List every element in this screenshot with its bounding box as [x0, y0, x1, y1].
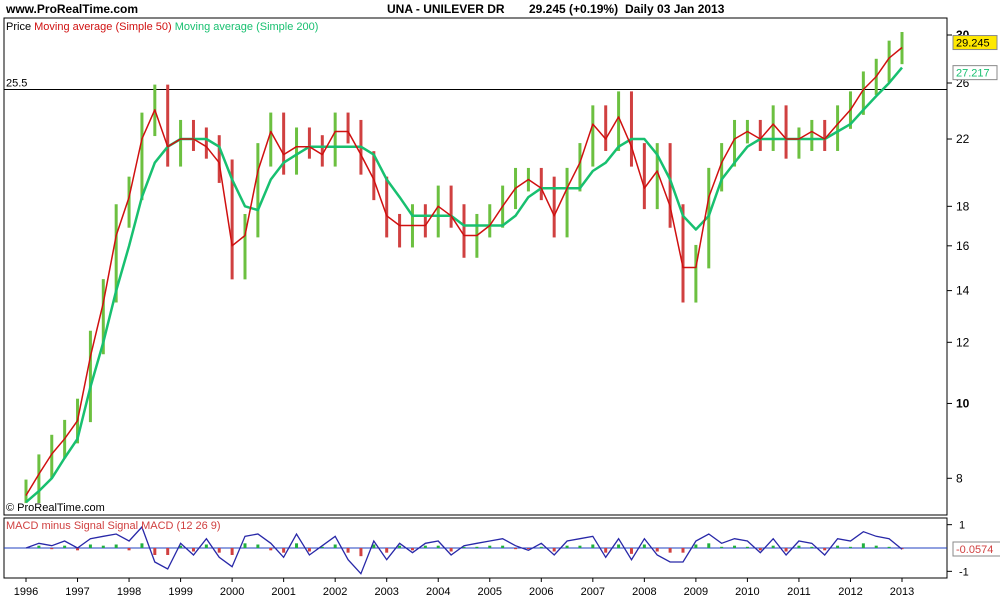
- price-panel[interactable]: [3, 17, 948, 516]
- legend-entry: Moving average (Simple 200): [175, 21, 319, 33]
- y-tick-label: 16: [956, 239, 970, 253]
- x-tick-label: 2013: [890, 586, 914, 598]
- chart-window: www.ProRealTime.com UNA - UNILEVER DR 29…: [0, 0, 1000, 600]
- x-tick-label: 2008: [632, 586, 656, 598]
- macd-legend: MACD minus Signal Signal MACD (12 26 9): [6, 520, 221, 532]
- y-tick-label: 8: [956, 471, 963, 485]
- x-tick-label: 1999: [168, 586, 192, 598]
- horizontal-line-label: 25.5: [6, 78, 27, 90]
- x-tick-label: 2010: [735, 586, 759, 598]
- x-tick-label: 2012: [838, 586, 862, 598]
- legend-entry: Price: [6, 21, 34, 33]
- watermark: © ProRealTime.com: [6, 502, 105, 514]
- x-tick-label: 2000: [220, 586, 244, 598]
- legend-entry: Moving average (Simple 50): [34, 21, 175, 33]
- last-price-label: 29.245: [956, 38, 990, 50]
- y-tick-label: 18: [956, 199, 970, 213]
- x-tick-label: 1997: [65, 586, 89, 598]
- x-tick-label: 1998: [117, 586, 141, 598]
- chart-canvas[interactable]: 25.581012141618222630Price Moving averag…: [0, 0, 1000, 600]
- y-tick-label: 22: [956, 132, 970, 146]
- x-tick-label: 2009: [684, 586, 708, 598]
- y-tick-label: 14: [956, 284, 970, 298]
- x-tick-label: 2002: [323, 586, 347, 598]
- x-tick-label: 2007: [581, 586, 605, 598]
- y-tick-label: 10: [956, 396, 970, 410]
- x-tick-label: 2001: [271, 586, 295, 598]
- price-legend: Price Moving average (Simple 50) Moving …: [6, 21, 318, 33]
- y-tick-label: 12: [956, 335, 970, 349]
- x-tick-label: 2005: [478, 586, 502, 598]
- macd-y-tick-label: 1: [959, 520, 965, 532]
- macd-last-value-label: -0.0574: [956, 544, 993, 556]
- x-tick-label: 2011: [787, 586, 811, 598]
- x-tick-label: 2006: [529, 586, 553, 598]
- x-tick-label: 1996: [14, 586, 38, 598]
- x-tick-label: 2004: [426, 586, 450, 598]
- ma200-value-label: 27.217: [956, 68, 990, 80]
- macd-y-tick-label: -1: [959, 566, 969, 578]
- x-tick-label: 2003: [374, 586, 398, 598]
